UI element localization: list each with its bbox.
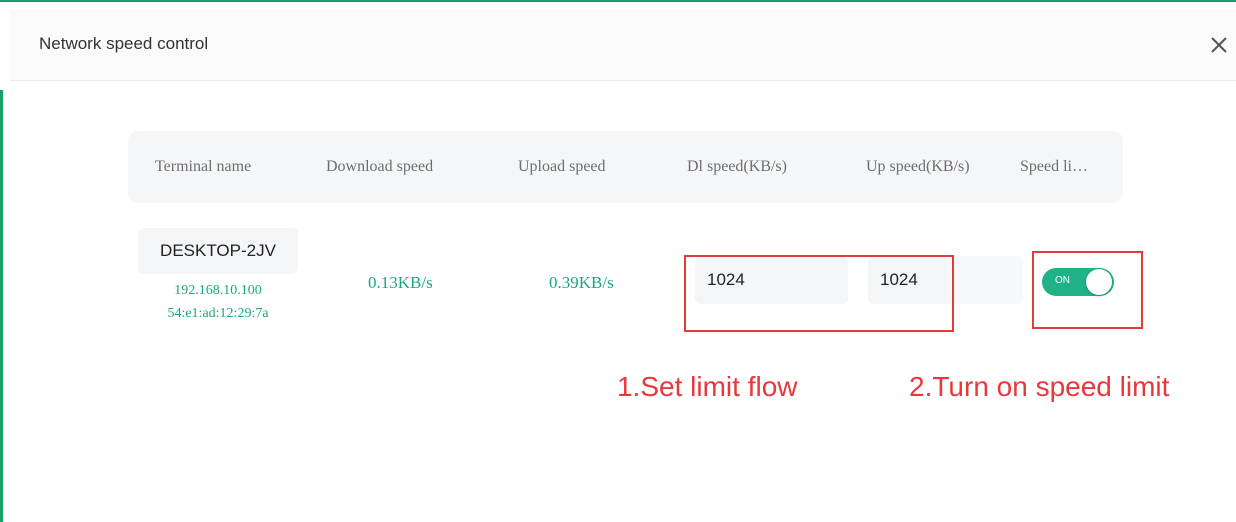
annotation-step1: 1.Set limit flow: [617, 371, 798, 402]
column-header-upload-speed: Upload speed: [518, 158, 606, 175]
terminal-ip: 192.168.10.100: [174, 283, 262, 298]
close-icon: [1211, 37, 1227, 53]
annotation-box-limit-inputs: [684, 255, 954, 332]
terminal-mac: 54:e1:ad:12:29:7a: [167, 306, 269, 321]
top-accent-line: [0, 0, 1236, 2]
upload-limit-input-tail: [943, 256, 1023, 304]
annotation-box-toggle: [1032, 251, 1143, 329]
dialog-header: Network speed control: [10, 10, 1236, 81]
column-header-up-speed: Up speed(KB/s): [866, 158, 970, 175]
close-button[interactable]: [1206, 32, 1232, 58]
terminal-name: DESKTOP-2JV: [138, 228, 298, 274]
column-header-dl-speed: Dl speed(KB/s): [687, 158, 787, 175]
download-speed-value: 0.13KB/s: [368, 273, 433, 292]
annotation-step2: 2.Turn on speed limit: [909, 371, 1170, 402]
left-accent-line: [0, 90, 3, 522]
table-header: Terminal name Download speed Upload spee…: [128, 131, 1123, 203]
column-header-download-speed: Download speed: [326, 158, 434, 175]
column-header-speed-limit: Speed li…: [1020, 158, 1088, 175]
dialog-title: Network speed control: [39, 34, 209, 53]
column-header-terminal-name: Terminal name: [155, 158, 252, 175]
upload-speed-value: 0.39KB/s: [549, 273, 614, 292]
